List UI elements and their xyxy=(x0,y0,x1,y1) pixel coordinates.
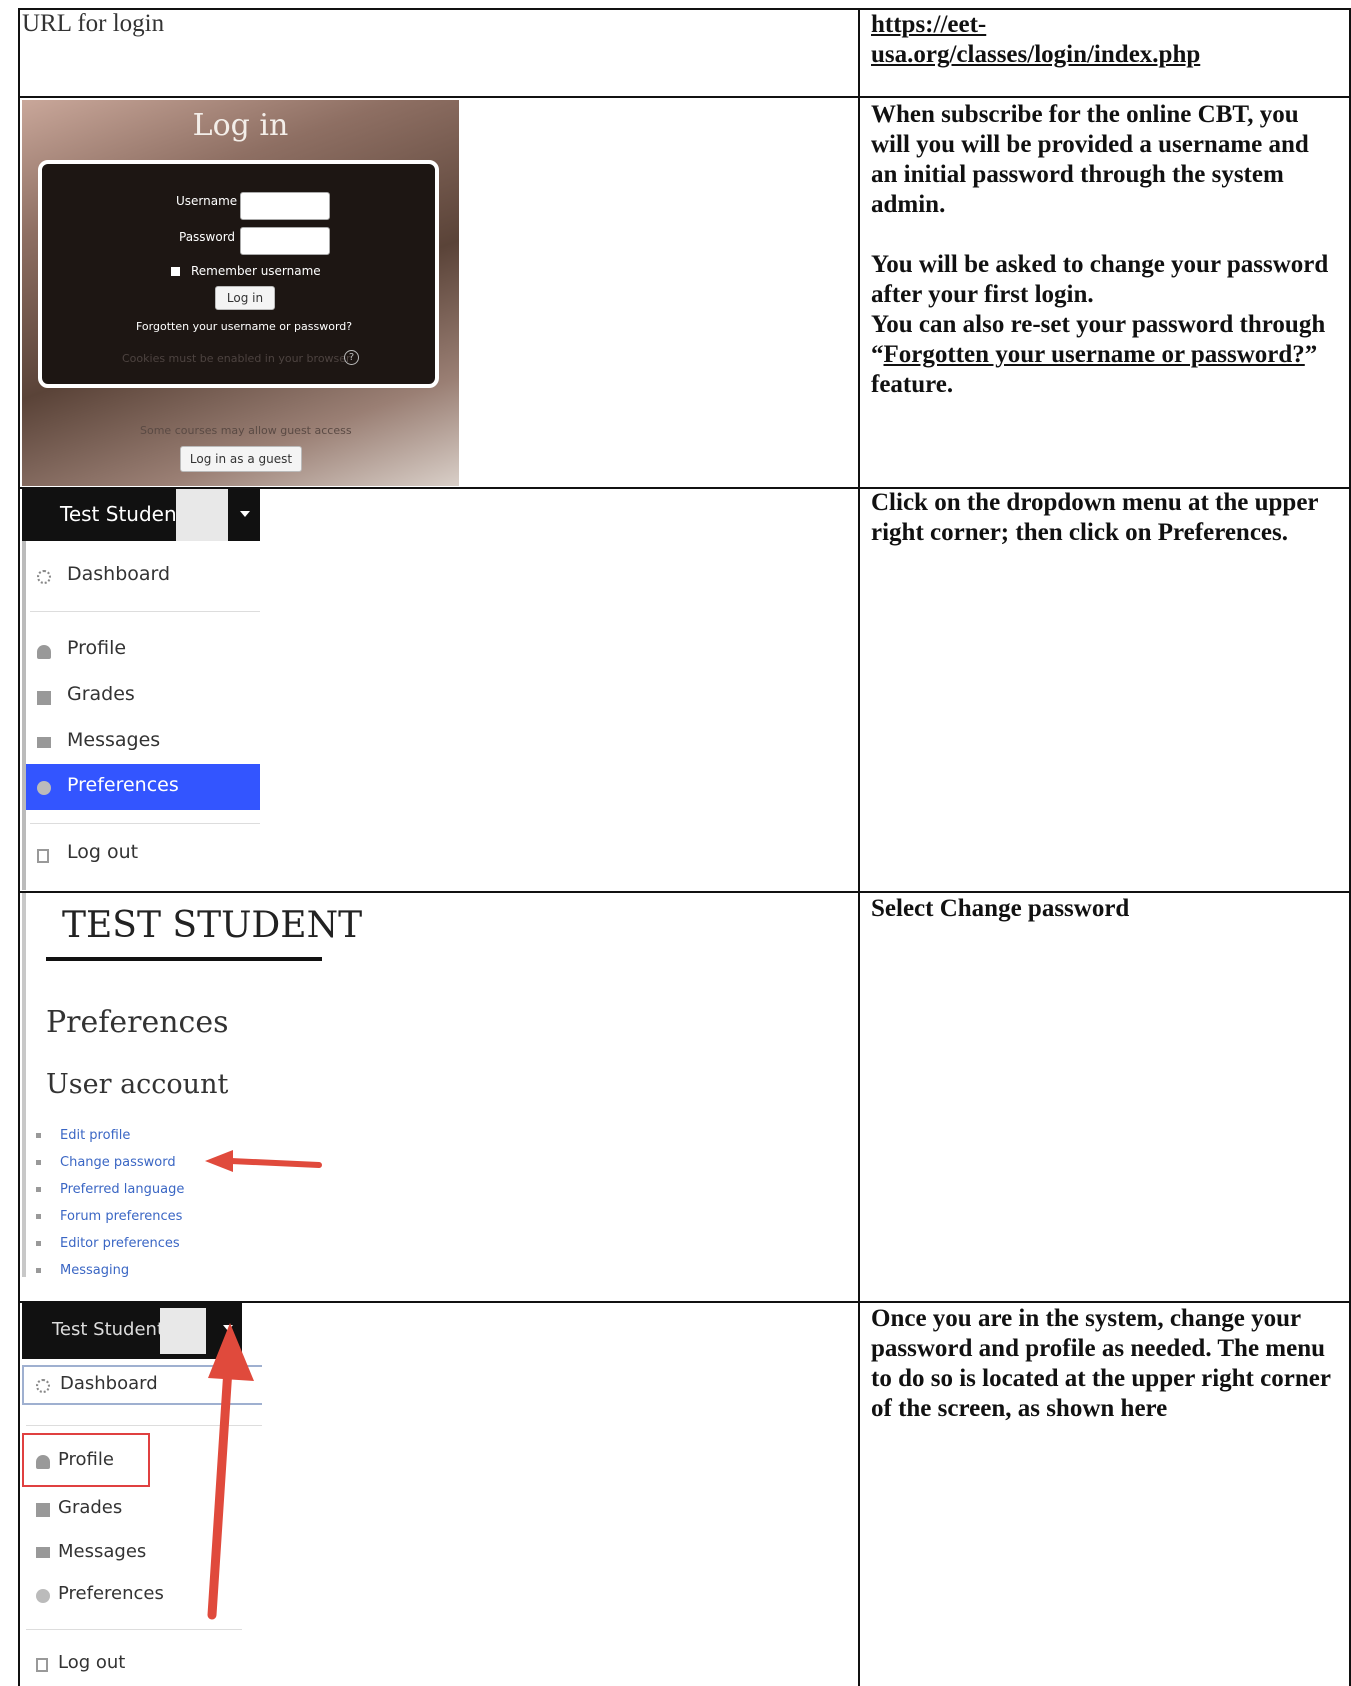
gear-icon xyxy=(36,1589,50,1603)
user-icon xyxy=(37,645,51,659)
login-url-line1: https://eet- xyxy=(871,11,987,38)
remember-checkbox[interactable] xyxy=(171,267,180,276)
page-title: Preferences xyxy=(46,1005,229,1040)
menu-item-dashboard[interactable]: Dashboard xyxy=(22,559,260,595)
help-icon[interactable]: ? xyxy=(344,350,359,365)
rule-row1 xyxy=(18,96,1351,98)
dropdown-instructions: Click on the dropdown menu at the upper … xyxy=(871,489,1319,546)
message-icon xyxy=(36,1547,50,1558)
login-screenshot: Log in Username Password Remember userna… xyxy=(22,100,459,486)
menu-item-profile[interactable]: Profile xyxy=(22,1433,150,1487)
menu-item-logout[interactable]: Log out xyxy=(22,1646,262,1682)
menu-label: Grades xyxy=(67,683,135,705)
menu-label: Messages xyxy=(67,729,161,751)
grades-icon xyxy=(36,1503,50,1517)
link-edit-profile[interactable]: Edit profile xyxy=(35,1128,130,1143)
menu-item-preferences[interactable]: Preferences xyxy=(26,764,260,810)
link-preferred-language[interactable]: Preferred language xyxy=(35,1182,184,1197)
login-button[interactable]: Log in xyxy=(215,286,275,310)
login-url[interactable]: https://eet- usa.org/classes/login/index… xyxy=(871,10,1200,70)
username-label: Username xyxy=(176,194,238,208)
user-menu-annotated-screenshot: Test Student Dashboard Profile Grades Me… xyxy=(22,1303,262,1686)
instructions-p2: You will be asked to change your passwor… xyxy=(871,251,1329,308)
menu-item-profile[interactable]: Profile xyxy=(22,633,260,669)
dashboard-icon xyxy=(36,1379,50,1393)
gear-icon xyxy=(37,781,51,795)
menu-item-grades[interactable]: Grades xyxy=(22,679,260,715)
password-label: Password xyxy=(179,230,236,244)
rule-middle xyxy=(858,8,860,1686)
link-change-password[interactable]: Change password xyxy=(36,1155,176,1170)
menu-label: Preferences xyxy=(58,1583,164,1604)
link-forum-preferences[interactable]: Forum preferences xyxy=(35,1209,182,1224)
user-icon xyxy=(36,1455,50,1469)
section-title: User account xyxy=(46,1069,229,1100)
forgot-reference: Forgotten your username or password? xyxy=(883,341,1305,368)
menu-item-logout[interactable]: Log out xyxy=(22,837,260,873)
menu-divider xyxy=(30,823,260,824)
menu-label: Dashboard xyxy=(60,1373,158,1394)
user-name: Test Student xyxy=(52,1319,165,1340)
avatar xyxy=(176,489,228,541)
login-url-line2: usa.org/classes/login/index.php xyxy=(871,41,1201,68)
arrow-icon xyxy=(205,1150,322,1172)
heading-underline xyxy=(46,957,322,961)
chevron-down-icon[interactable] xyxy=(240,511,250,517)
arrow-icon xyxy=(207,1323,254,1620)
user-heading: TEST STUDENT xyxy=(62,905,363,946)
remember-label: Remember username xyxy=(191,264,321,278)
grades-icon xyxy=(37,691,51,705)
menu-label: Profile xyxy=(67,637,127,659)
menu-divider xyxy=(30,611,260,612)
cookies-note: Cookies must be enabled in your browser xyxy=(122,352,351,365)
menu-item-messages[interactable]: Messages xyxy=(22,725,260,761)
login-instructions: When subscribe for the online CBT, you w… xyxy=(871,100,1341,400)
user-menu-screenshot: Test Student Dashboard Profile Grades Me… xyxy=(22,489,260,890)
guest-note: Some courses may allow guest access xyxy=(140,424,352,437)
menu-label: Dashboard xyxy=(67,563,171,585)
menu-label: Grades xyxy=(58,1497,123,1518)
change-password-instructions: Select Change password xyxy=(871,895,1130,922)
user-menu-bar[interactable]: Test Student xyxy=(22,489,260,541)
preferences-screenshot: TEST STUDENT Preferences User account Ed… xyxy=(22,893,412,1277)
rule-left xyxy=(18,8,20,1686)
logout-icon xyxy=(36,1658,48,1672)
guest-login-button[interactable]: Log in as a guest xyxy=(180,446,302,472)
prefs-left-edge xyxy=(22,893,26,1277)
profile-instructions: Once you are in the system, change your … xyxy=(871,1305,1331,1422)
instructions-p3: You can also re-set your password throug… xyxy=(871,310,1341,400)
link-editor-preferences[interactable]: Editor preferences xyxy=(36,1236,180,1251)
forgot-link[interactable]: Forgotten your username or password? xyxy=(136,320,352,333)
username-input[interactable] xyxy=(240,192,330,220)
login-title: Log in xyxy=(192,108,289,143)
link-messaging[interactable]: Messaging xyxy=(35,1263,129,1277)
user-name: Test Student xyxy=(60,502,185,526)
menu-label: Messages xyxy=(58,1541,147,1562)
menu-label: Log out xyxy=(67,841,139,863)
menu-label: Profile xyxy=(58,1449,114,1470)
login-panel: Username Password Remember username Log … xyxy=(38,160,439,388)
password-input[interactable] xyxy=(240,227,330,255)
url-label: URL for login xyxy=(22,10,165,37)
menu-label: Preferences xyxy=(67,774,179,796)
menu-divider xyxy=(26,1629,242,1630)
menu-label: Log out xyxy=(58,1652,126,1673)
instructions-p1: When subscribe for the online CBT, you w… xyxy=(871,101,1309,218)
dashboard-icon xyxy=(37,570,51,584)
message-icon xyxy=(37,737,51,748)
logout-icon xyxy=(37,849,49,863)
